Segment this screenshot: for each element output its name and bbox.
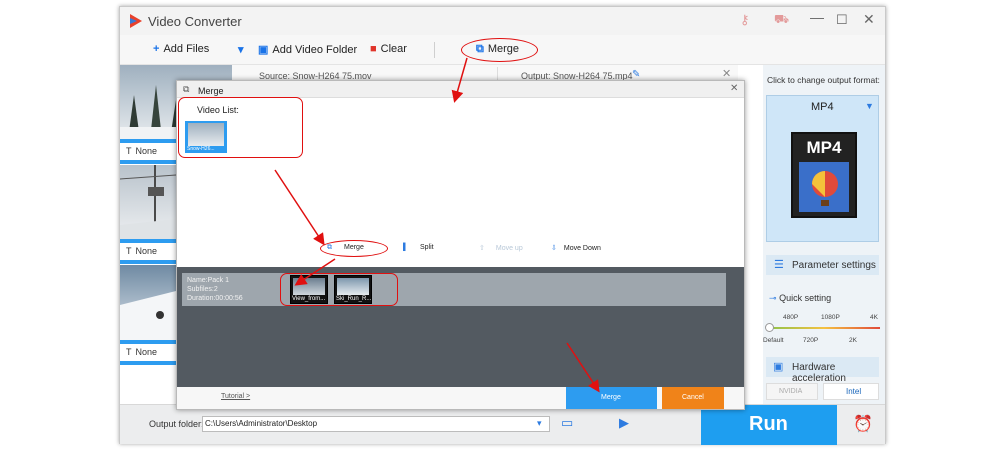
video-list-highlight: [178, 97, 303, 158]
maximize-button[interactable]: ☐: [836, 12, 848, 28]
intel-option[interactable]: Intel: [823, 383, 879, 400]
parameter-settings-button[interactable]: ☰ Parameter settings: [766, 255, 879, 275]
add-files-label: Add Files: [163, 43, 210, 55]
edit-name-icon[interactable]: ✎: [632, 69, 640, 80]
bottom-bar: Output folder: C:\Users\Administrator\De…: [120, 404, 885, 445]
dialog-close-button[interactable]: ✕: [730, 83, 738, 94]
minimize-button[interactable]: —: [810, 9, 824, 25]
key-icon[interactable]: ⚷: [740, 12, 750, 28]
quality-480p: 480P: [783, 314, 799, 321]
parameter-settings-label: Parameter settings: [792, 260, 876, 271]
output-folder-path: C:\Users\Administrator\Desktop: [205, 419, 318, 428]
dialog-title-bar: ⧉ Merge ✕: [177, 81, 744, 98]
sliders-icon: ☰: [774, 259, 784, 271]
subtitle-select-2[interactable]: T None: [120, 243, 178, 260]
app-title: Video Converter: [148, 14, 242, 29]
run-label: Run: [749, 413, 788, 435]
format-dropdown-icon: ▼: [865, 101, 874, 111]
clear-label: Clear: [380, 43, 407, 55]
subtitle-select-1[interactable]: T None: [120, 143, 178, 160]
quality-4k: 4K: [870, 314, 878, 321]
move-down-icon: ⇩: [551, 245, 557, 252]
alarm-clock-icon[interactable]: ⏰: [853, 414, 873, 434]
quality-720p: 720P: [803, 337, 819, 344]
merge-confirm-label: Merge: [601, 394, 621, 401]
close-button[interactable]: ✕: [863, 11, 875, 28]
format-name: MP4: [811, 101, 834, 113]
dialog-merge-confirm-button[interactable]: Merge: [566, 387, 657, 409]
pack-clips-highlight: [280, 273, 398, 306]
quick-setting-label: Quick setting: [779, 293, 832, 303]
output-folder-input[interactable]: C:\Users\Administrator\Desktop ▾: [202, 416, 550, 432]
move-up-icon: ⇧: [479, 245, 485, 252]
cancel-label: Cancel: [682, 394, 704, 401]
hardware-acceleration-label: Hardware acceleration: [792, 362, 846, 384]
move-down-button[interactable]: ⇩ Move Down: [551, 244, 601, 252]
quality-slider-track[interactable]: [768, 327, 880, 329]
dialog-merge-highlight: [320, 240, 388, 257]
path-dropdown-icon[interactable]: ▾: [537, 418, 542, 429]
preview-output-icon[interactable]: ▶: [619, 415, 629, 431]
film-balloon-art: [799, 162, 849, 212]
subtitle-select-3[interactable]: T None: [120, 344, 178, 361]
output-format-panel: Click to change output format: MP4 ▼ MP4…: [763, 65, 885, 405]
cart-icon[interactable]: ⛟: [774, 12, 789, 28]
toolbar: + Add Files ▾ ▣ Add Video Folder ■ Clear ⧉ M…: [120, 35, 885, 65]
plus-icon: +: [153, 43, 160, 55]
mp4-format-icon: MP4: [791, 132, 857, 218]
quality-1080p: 1080P: [821, 314, 840, 321]
app-logo-icon: [130, 14, 142, 28]
quality-2k: 2K: [849, 337, 857, 344]
add-video-folder-label: Add Video Folder: [272, 44, 358, 56]
folder-add-icon: ▣: [258, 44, 269, 56]
tutorial-link[interactable]: Tutorial >: [221, 393, 250, 400]
chip-icon: ▣: [773, 361, 784, 373]
title-bar: Video Converter ⚷ ⛟ — ☐ ✕: [120, 7, 885, 35]
clear-button[interactable]: ■ Clear: [370, 43, 407, 55]
add-files-button[interactable]: + Add Files: [153, 43, 209, 55]
merge-highlight-oval: [461, 38, 538, 62]
add-video-folder-button[interactable]: ▣ Add Video Folder: [258, 43, 357, 56]
run-button[interactable]: Run: [701, 405, 837, 445]
quality-slider-handle[interactable]: [765, 323, 774, 332]
merge-dialog: ⧉ Merge ✕ Video List: Snow-H26... ⧉ Merge…: [176, 80, 745, 410]
add-files-dropdown-icon[interactable]: ▾: [238, 43, 248, 56]
dialog-footer: Tutorial > Merge Cancel: [177, 387, 744, 409]
move-up-button[interactable]: ⇧ Move up: [479, 244, 523, 252]
dialog-cancel-button[interactable]: Cancel: [662, 387, 724, 409]
open-folder-icon[interactable]: ▭: [561, 415, 573, 431]
pack-duration: Duration:00:00:56: [187, 295, 243, 302]
split-icon: ▌: [403, 244, 408, 251]
change-format-label: Click to change output format:: [767, 75, 880, 85]
hardware-acceleration-button[interactable]: ▣ Hardware acceleration: [766, 357, 879, 384]
dialog-merge-icon: ⧉: [183, 84, 190, 94]
slider-icon: ⊸: [769, 293, 777, 303]
nvidia-option[interactable]: NVIDIA: [766, 383, 818, 400]
format-selector[interactable]: MP4 ▼ MP4: [766, 95, 879, 242]
output-folder-label: Output folder:: [149, 419, 204, 429]
remove-file-icon[interactable]: ✕: [722, 67, 731, 80]
pack-subfiles: Subfiles:2: [187, 286, 218, 293]
dialog-title: Merge: [198, 86, 224, 96]
split-button[interactable]: ▌ Split: [403, 244, 434, 251]
pack-row[interactable]: Name:Pack 1 Subfiles:2 Duration:00:00:56…: [182, 273, 726, 306]
merge-pack-area: Name:Pack 1 Subfiles:2 Duration:00:00:56…: [177, 267, 744, 387]
toolbar-divider: [434, 42, 435, 58]
quick-setting-heading: ⊸ Quick setting: [769, 293, 831, 304]
pack-name: Name:Pack 1: [187, 277, 230, 284]
trash-icon: ■: [370, 43, 377, 55]
quality-default: Default: [763, 337, 784, 344]
